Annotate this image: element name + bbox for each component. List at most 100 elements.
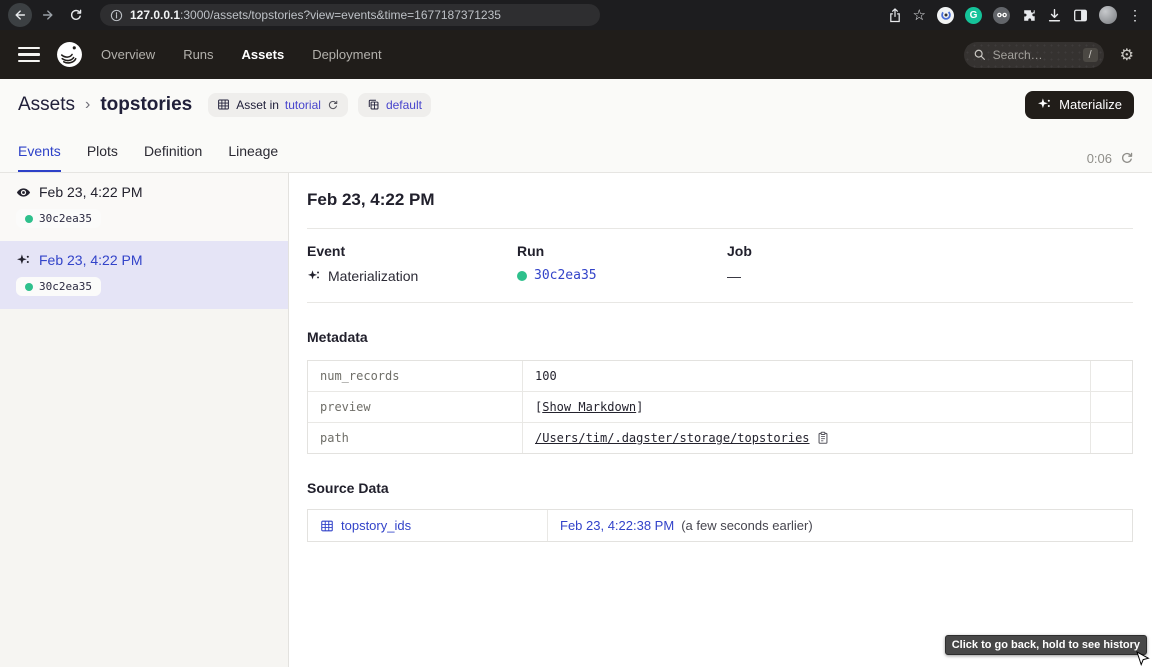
refresh-icon[interactable]: [1120, 151, 1134, 165]
source-time-note: (a few seconds earlier): [681, 518, 813, 533]
run-column: Run 30c2ea35: [517, 243, 727, 284]
reload-icon: [69, 8, 83, 22]
run-status-dot: [25, 215, 33, 223]
run-status-dot: [517, 271, 527, 281]
browser-back-tooltip: Click to go back, hold to see history: [945, 635, 1147, 655]
materialize-sparkle-icon: [1037, 97, 1052, 112]
nav-item-overview[interactable]: Overview: [101, 47, 155, 62]
materialize-button[interactable]: Materialize: [1025, 91, 1134, 119]
browser-reload-button[interactable]: [64, 3, 88, 27]
goggles-icon: [996, 11, 1008, 19]
reload-location-icon[interactable]: [327, 99, 339, 111]
breadcrumb-assets-link[interactable]: Assets: [18, 94, 75, 116]
forward-arrow-icon: [41, 8, 55, 22]
refresh-countdown: 0:06: [1087, 151, 1134, 166]
share-icon[interactable]: [888, 8, 902, 23]
site-info-icon[interactable]: [110, 9, 123, 22]
browser-back-button[interactable]: [8, 3, 32, 27]
metadata-section-title: Metadata: [307, 329, 1133, 345]
grammarly-icon[interactable]: G: [965, 7, 982, 24]
metadata-key: preview: [308, 392, 523, 422]
tab-definition[interactable]: Definition: [144, 130, 202, 172]
event-list-sidebar: Feb 23, 4:22 PM 30c2ea35 Feb 23, 4:22 PM…: [0, 173, 289, 667]
extension-icon-clock[interactable]: [937, 7, 954, 24]
browser-toolbar: 127.0.0.1:3000/assets/topstories?view=ev…: [0, 0, 1152, 30]
metadata-value: 100: [523, 361, 1090, 391]
show-markdown-link[interactable]: Show Markdown: [542, 400, 636, 414]
url-text: 127.0.0.1:3000/assets/topstories?view=ev…: [130, 8, 501, 22]
run-id-link[interactable]: 30c2ea35: [534, 268, 597, 283]
download-icon[interactable]: [1047, 8, 1062, 23]
event-list-item-observation[interactable]: Feb 23, 4:22 PM 30c2ea35: [0, 173, 288, 241]
source-data-section-title: Source Data: [307, 480, 1133, 496]
nav-item-deployment[interactable]: Deployment: [312, 47, 381, 62]
source-data-table: topstory_ids Feb 23, 4:22:38 PM (a few s…: [307, 509, 1133, 542]
asset-group-tag-text: Asset in: [236, 98, 279, 112]
profile-avatar[interactable]: [1099, 6, 1117, 24]
metadata-value: [Show Markdown]: [523, 392, 1090, 422]
asset-tabs: Events Plots Definition Lineage 0:06: [0, 130, 1152, 173]
dagster-logo[interactable]: [56, 41, 83, 68]
asset-group-tag-link[interactable]: tutorial: [285, 98, 321, 112]
back-arrow-icon: [13, 8, 27, 22]
run-status-dot: [25, 283, 33, 291]
run-id-tag[interactable]: 30c2ea35: [16, 277, 101, 296]
metadata-extra-cell: [1090, 361, 1132, 391]
extension-ring-icon: [940, 9, 952, 21]
table-row: path /Users/tim/.dagster/storage/topstor…: [308, 422, 1132, 453]
source-time-link[interactable]: Feb 23, 4:22:38 PM: [560, 518, 674, 533]
tab-events[interactable]: Events: [18, 130, 61, 172]
puzzle-extensions-icon[interactable]: [1021, 8, 1036, 23]
event-column: Event Materialization: [307, 243, 517, 284]
metadata-value: /Users/tim/.dagster/storage/topstories: [523, 423, 1090, 453]
run-id-tag[interactable]: 30c2ea35: [16, 209, 101, 228]
hamburger-menu-icon[interactable]: [18, 47, 40, 63]
search-icon: [973, 48, 986, 61]
event-column-label: Event: [307, 243, 517, 259]
refresh-countdown-value: 0:06: [1087, 151, 1112, 166]
path-link[interactable]: /Users/tim/.dagster/storage/topstories: [535, 431, 810, 445]
table-row: num_records 100: [308, 361, 1132, 391]
source-asset-link[interactable]: topstory_ids: [341, 518, 411, 533]
settings-gear-icon[interactable]: ⚙: [1120, 45, 1134, 65]
tab-plots[interactable]: Plots: [87, 130, 118, 172]
asset-name: topstories: [100, 94, 192, 116]
table-grid-icon: [320, 519, 334, 533]
event-time: Feb 23, 4:22 PM: [39, 184, 143, 200]
materialization-sparkle-icon: [307, 269, 321, 283]
search-shortcut-badge: /: [1083, 48, 1098, 62]
menu-dots-icon[interactable]: ⋮: [1128, 8, 1142, 22]
url-host: 127.0.0.1: [130, 8, 180, 22]
run-column-label: Run: [517, 243, 727, 259]
search-input[interactable]: Search… /: [964, 42, 1104, 68]
extension-icon-goggles[interactable]: [993, 7, 1010, 24]
bracket-close: ]: [636, 400, 643, 414]
breadcrumb-separator: ›: [85, 96, 90, 114]
job-column-label: Job: [727, 243, 1133, 259]
nav-item-assets[interactable]: Assets: [242, 47, 285, 62]
event-detail-title: Feb 23, 4:22 PM: [307, 190, 1133, 210]
run-id-text: 30c2ea35: [39, 280, 92, 293]
table-grid-icon: [217, 98, 230, 111]
code-location-tag-link[interactable]: default: [386, 98, 422, 112]
nav-item-runs[interactable]: Runs: [183, 47, 213, 62]
tab-lineage[interactable]: Lineage: [228, 130, 278, 172]
side-panel-icon[interactable]: [1073, 8, 1088, 23]
bookmark-star-icon[interactable]: ☆: [913, 8, 926, 23]
copy-clipboard-icon[interactable]: [816, 431, 830, 445]
job-column: Job —: [727, 243, 1133, 284]
asset-group-tag[interactable]: Asset in tutorial: [208, 93, 348, 117]
materialize-button-label: Materialize: [1059, 97, 1122, 112]
table-row: preview [Show Markdown]: [308, 391, 1132, 422]
address-bar[interactable]: 127.0.0.1:3000/assets/topstories?view=ev…: [100, 4, 600, 26]
metadata-extra-cell: [1090, 423, 1132, 453]
metadata-key: num_records: [308, 361, 523, 391]
event-list-item-materialization[interactable]: Feb 23, 4:22 PM 30c2ea35: [0, 241, 288, 309]
event-type-value: Materialization: [328, 268, 418, 284]
code-location-tag[interactable]: default: [358, 93, 431, 117]
asset-header: Assets › topstories Asset in tutorial de…: [0, 79, 1152, 130]
job-value: —: [727, 268, 741, 284]
browser-forward-button[interactable]: [36, 3, 60, 27]
metadata-extra-cell: [1090, 392, 1132, 422]
search-placeholder: Search…: [993, 48, 1076, 62]
